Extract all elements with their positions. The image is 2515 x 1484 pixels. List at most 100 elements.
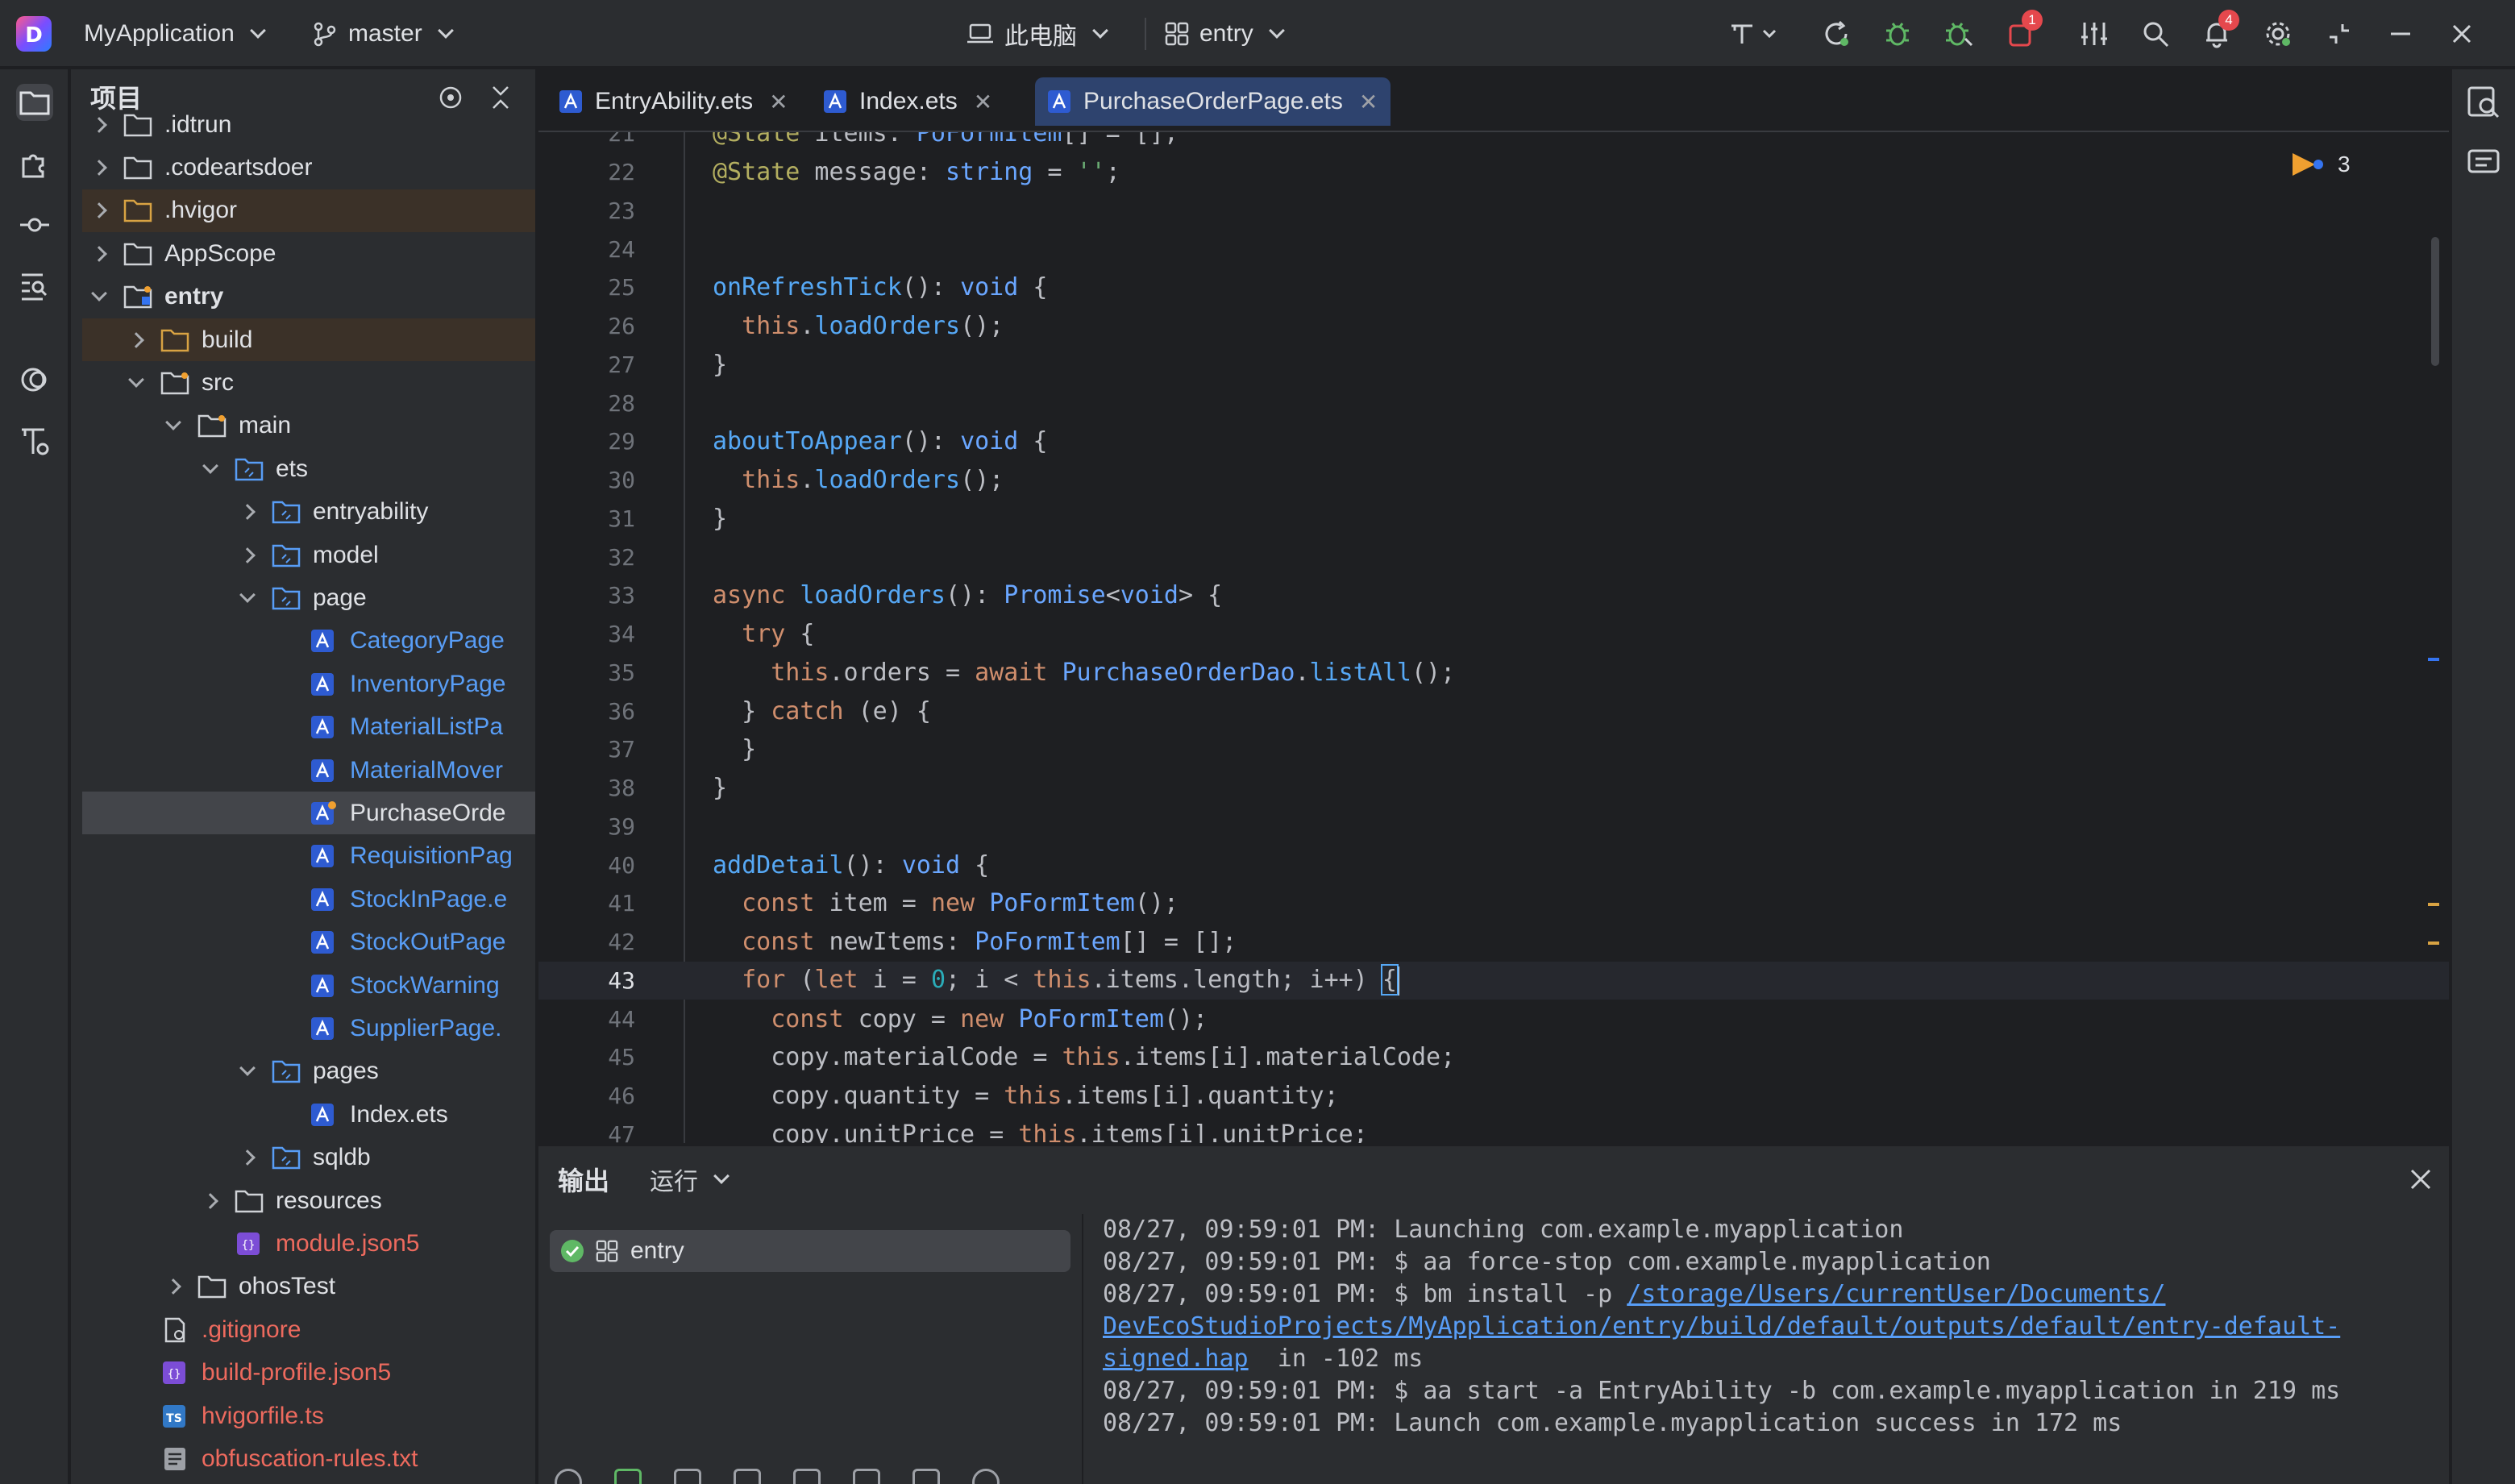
code-line[interactable]: 40 addDetail(): void { — [538, 846, 2449, 884]
chevron-right-icon[interactable] — [239, 1149, 256, 1166]
code-line[interactable]: 32 — [538, 538, 2449, 576]
tree-folder[interactable]: build — [82, 318, 535, 361]
tab-close-icon[interactable]: ✕ — [974, 89, 992, 115]
tree-file[interactable]: CategoryPage — [82, 620, 535, 663]
code-line[interactable]: 37 } — [538, 730, 2449, 769]
build-hammer-button[interactable] — [1727, 19, 1783, 48]
chevron-right-icon[interactable] — [239, 504, 256, 520]
tree-file[interactable]: PurchaseOrde — [82, 792, 535, 835]
code-line[interactable]: 33 async loadOrders(): Promise<void> { — [538, 576, 2449, 615]
inspection-widget[interactable]: 3 — [2289, 150, 2351, 179]
tree-file[interactable]: {} module.json5 — [82, 1222, 535, 1265]
chevron-right-icon[interactable] — [91, 159, 107, 176]
tree-folder[interactable]: sqldb — [82, 1137, 535, 1179]
tree-folder[interactable]: .hvigor — [82, 189, 535, 232]
project-view-button[interactable] — [16, 84, 53, 121]
tab-close-icon[interactable]: ✕ — [769, 89, 788, 115]
chevron-right-icon[interactable] — [239, 547, 256, 563]
code-line[interactable]: 25 onRefreshTick(): void { — [538, 268, 2449, 307]
code-line[interactable]: 27} — [538, 346, 2449, 385]
code-line[interactable]: 36 } catch (e) { — [538, 692, 2449, 730]
tree-file[interactable]: MaterialListPa — [82, 706, 535, 749]
tree-file[interactable]: StockOutPage — [82, 921, 535, 964]
plugins-button[interactable] — [16, 145, 53, 182]
branch-switcher[interactable]: master — [311, 0, 454, 68]
code-line[interactable]: 31} — [538, 500, 2449, 538]
editor-tab[interactable]: EntryAbility.ets ✕ — [547, 77, 801, 126]
tree-folder[interactable]: resources — [82, 1179, 535, 1222]
code-line[interactable]: 43 for (let i = 0; i < this.items.length… — [538, 961, 2449, 1000]
tree-file[interactable]: .gitignore — [82, 1308, 535, 1351]
code-line[interactable]: 41 const item = new PoFormItem(); — [538, 884, 2449, 923]
device-icon[interactable] — [793, 1469, 821, 1484]
code-line[interactable]: 45 copy.materialCode = this.items[i].mat… — [538, 1038, 2449, 1077]
settings-sliders-button[interactable] — [2080, 19, 2109, 48]
code-line[interactable]: 26 this.loadOrders(); — [538, 307, 2449, 346]
chevron-down-icon[interactable] — [91, 285, 107, 301]
debug-button[interactable] — [1883, 19, 1912, 48]
tree-folder[interactable]: entryability — [82, 491, 535, 534]
calendar-icon[interactable] — [912, 1469, 940, 1484]
chevron-right-icon[interactable] — [128, 331, 144, 348]
chevron-down-icon[interactable] — [165, 414, 181, 431]
tree-folder[interactable]: page — [82, 576, 535, 619]
profile-icon[interactable] — [734, 1469, 761, 1484]
build-tool-button[interactable] — [16, 422, 53, 459]
code-line[interactable]: 23 — [538, 192, 2449, 231]
run-tab-dropdown[interactable]: 运行 — [650, 1162, 730, 1197]
tree-file[interactable]: RequisitionPag — [82, 835, 535, 878]
edit-icon[interactable] — [853, 1469, 880, 1484]
module-selector[interactable]: entry — [1164, 0, 1285, 68]
tree-folder[interactable]: pages — [82, 1050, 535, 1093]
device-selector[interactable]: 此电脑 — [966, 0, 1108, 68]
tree-folder[interactable]: .idtrun — [82, 103, 535, 146]
chevron-right-icon[interactable] — [165, 1278, 181, 1295]
tree-folder[interactable]: main — [82, 405, 535, 447]
device-manager-button[interactable] — [2465, 84, 2502, 121]
chevron-down-icon[interactable] — [202, 457, 218, 474]
editor-scrollbar[interactable] — [2431, 237, 2439, 366]
code-line[interactable]: 47 copy.unitPrice = this.items[i].unitPr… — [538, 1116, 2449, 1143]
log-path-link[interactable]: DevEcoStudioProjects/MyApplication/entry… — [1103, 1312, 2340, 1341]
log-path-link[interactable]: /storage/Users/currentUser/Documents/ — [1627, 1280, 2165, 1308]
code-line[interactable]: 35 this.orders = await PurchaseOrderDao.… — [538, 654, 2449, 692]
chevron-right-icon[interactable] — [202, 1192, 218, 1209]
tree-file[interactable]: Index.ets — [82, 1093, 535, 1136]
run-icon[interactable] — [614, 1469, 642, 1484]
tree-file[interactable]: StockInPage.e — [82, 878, 535, 921]
code-line[interactable]: 28 — [538, 384, 2449, 422]
code-line[interactable]: 46 copy.quantity = this.items[i].quantit… — [538, 1077, 2449, 1116]
log-path-link[interactable]: signed.hap — [1103, 1345, 1249, 1373]
chevron-right-icon[interactable] — [91, 116, 107, 133]
editor-tab[interactable]: Index.ets ✕ — [811, 77, 1005, 126]
tab-close-icon[interactable]: ✕ — [1359, 89, 1378, 115]
restart-icon[interactable] — [555, 1469, 582, 1484]
tree-folder[interactable]: AppScope — [82, 232, 535, 275]
code-editor[interactable]: 21 @State items: PoFormItem[] = []; 22 @Sta… — [538, 132, 2449, 1143]
tree-file[interactable]: SupplierPage. — [82, 1007, 535, 1050]
arkui-inspector-button[interactable] — [16, 361, 53, 398]
code-line[interactable]: 29 aboutToAppear(): void { — [538, 422, 2449, 461]
search-button[interactable] — [2141, 19, 2170, 48]
run-config-item-entry[interactable]: entry — [550, 1230, 1070, 1272]
app-logo[interactable]: D — [13, 0, 55, 68]
tree-folder[interactable]: ohosTest — [82, 1266, 535, 1308]
code-line[interactable]: 39 — [538, 808, 2449, 846]
editor-tab[interactable]: PurchaseOrderPage.ets ✕ — [1035, 77, 1391, 126]
collapse-button[interactable] — [2325, 19, 2354, 48]
code-line[interactable]: 21 @State items: PoFormItem[] = []; — [538, 132, 2449, 153]
chevron-down-icon[interactable] — [239, 586, 256, 603]
tree-folder[interactable]: .codeartsdoer — [82, 146, 535, 189]
code-line[interactable]: 30 this.loadOrders(); — [538, 461, 2449, 500]
tree-file[interactable]: InventoryPage — [82, 663, 535, 705]
tree-folder[interactable]: src — [82, 361, 535, 404]
commit-button[interactable] — [16, 206, 53, 243]
output-log[interactable]: 08/27, 09:59:01 PM: Launching com.exampl… — [1103, 1214, 2433, 1456]
ai-assistant-button[interactable] — [2465, 145, 2502, 182]
tree-file[interactable]: MaterialMover — [82, 749, 535, 792]
tree-folder[interactable]: entry — [82, 276, 535, 318]
chevron-down-icon[interactable] — [128, 371, 144, 388]
chevron-right-icon[interactable] — [91, 202, 107, 219]
code-line[interactable]: 44 const copy = new PoFormItem(); — [538, 1000, 2449, 1038]
chevron-down-icon[interactable] — [239, 1060, 256, 1077]
